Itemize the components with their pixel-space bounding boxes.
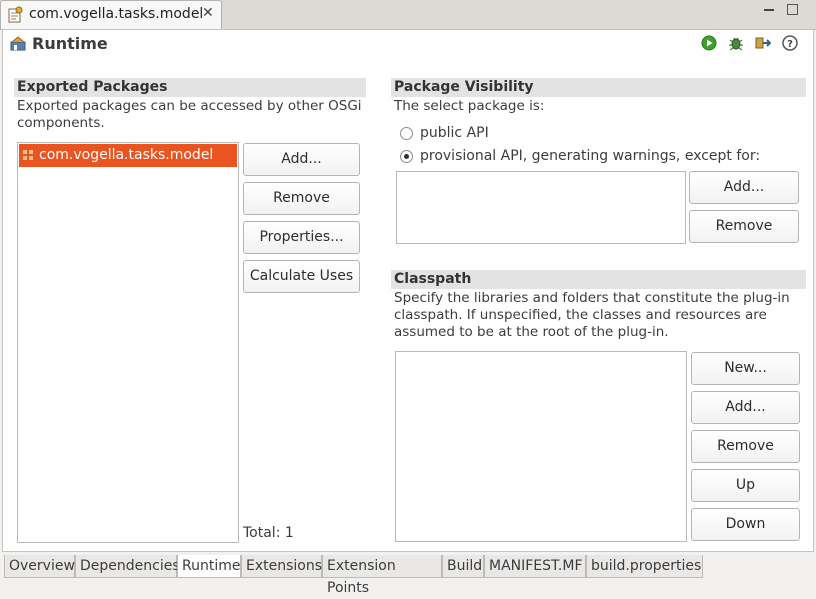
properties-label: Properties... <box>259 229 344 245</box>
add-package-button[interactable]: Add... <box>243 143 360 176</box>
tab-dependencies[interactable]: Dependencies <box>75 555 180 578</box>
add-friend-button[interactable]: Add... <box>689 171 799 204</box>
properties-button[interactable]: Properties... <box>243 221 360 254</box>
calculate-uses-label: Calculate Uses <box>249 268 354 284</box>
remove-package-button[interactable]: Remove <box>243 182 360 215</box>
editor-tab-title: com.vogella.tasks.model <box>29 6 204 22</box>
classpath-heading: Classpath <box>391 270 806 289</box>
maximize-icon[interactable] <box>787 4 798 15</box>
svg-text:?: ? <box>787 39 793 50</box>
calculate-uses-button[interactable]: Calculate Uses <box>243 260 360 293</box>
exported-packages-description: Exported packages can be accessed by oth… <box>17 98 362 131</box>
new-classpath-button[interactable]: New... <box>691 352 800 385</box>
public-api-radio[interactable] <box>400 127 413 140</box>
remove-friend-button[interactable]: Remove <box>689 210 799 243</box>
classpath-list[interactable] <box>395 351 687 542</box>
package-icon <box>23 150 33 160</box>
up-label: Up <box>735 477 756 493</box>
runtime-icon <box>10 36 26 51</box>
classpath-description: Specify the libraries and folders that c… <box>394 290 790 340</box>
tab-build[interactable]: Build <box>442 555 484 578</box>
tab-extensions[interactable]: Extensions <box>241 555 322 578</box>
up-button[interactable]: Up <box>691 469 800 502</box>
friend-plugins-list[interactable] <box>396 171 686 244</box>
provisional-api-label[interactable]: provisional API, generating warnings, ex… <box>420 148 760 164</box>
editor-tab[interactable]: com.vogella.tasks.model ✕ <box>0 0 222 29</box>
new-classpath-label: New... <box>724 360 767 376</box>
page-title: Runtime <box>32 34 108 53</box>
exported-packages-list[interactable]: com.vogella.tasks.model <box>17 142 239 543</box>
down-label: Down <box>725 516 766 532</box>
public-api-label[interactable]: public API <box>420 125 489 141</box>
tab-extension-points[interactable]: Extension Points <box>322 555 442 596</box>
run-icon[interactable] <box>701 35 717 51</box>
remove-package-label: Remove <box>273 190 330 206</box>
exported-packages-heading: Exported Packages <box>14 78 366 97</box>
list-item-label: com.vogella.tasks.model <box>39 147 214 163</box>
list-item[interactable]: com.vogella.tasks.model <box>19 144 237 167</box>
add-package-label: Add... <box>281 151 322 167</box>
debug-icon[interactable] <box>728 35 744 51</box>
provisional-api-radio[interactable] <box>400 150 413 163</box>
package-visibility-description: The select package is: <box>394 98 545 114</box>
plugin-manifest-icon <box>8 6 23 23</box>
tab-build-properties[interactable]: build.properties <box>586 555 703 578</box>
remove-classpath-button[interactable]: Remove <box>691 430 800 463</box>
close-icon[interactable]: ✕ <box>202 5 214 21</box>
add-friend-label: Add... <box>723 179 765 195</box>
down-button[interactable]: Down <box>691 508 800 541</box>
remove-classpath-label: Remove <box>717 438 774 454</box>
remove-friend-label: Remove <box>715 218 773 234</box>
add-classpath-button[interactable]: Add... <box>691 391 800 424</box>
tab-overview[interactable]: Overview <box>4 555 75 578</box>
add-classpath-label: Add... <box>725 399 766 415</box>
package-visibility-heading: Package Visibility <box>391 78 806 97</box>
tab-manifest[interactable]: MANIFEST.MF <box>484 555 586 578</box>
minimize-icon[interactable] <box>762 3 776 17</box>
export-icon[interactable] <box>755 35 771 51</box>
tab-runtime[interactable]: Runtime <box>177 555 241 578</box>
help-icon[interactable]: ? <box>782 35 798 51</box>
total-count: Total: 1 <box>243 525 294 541</box>
